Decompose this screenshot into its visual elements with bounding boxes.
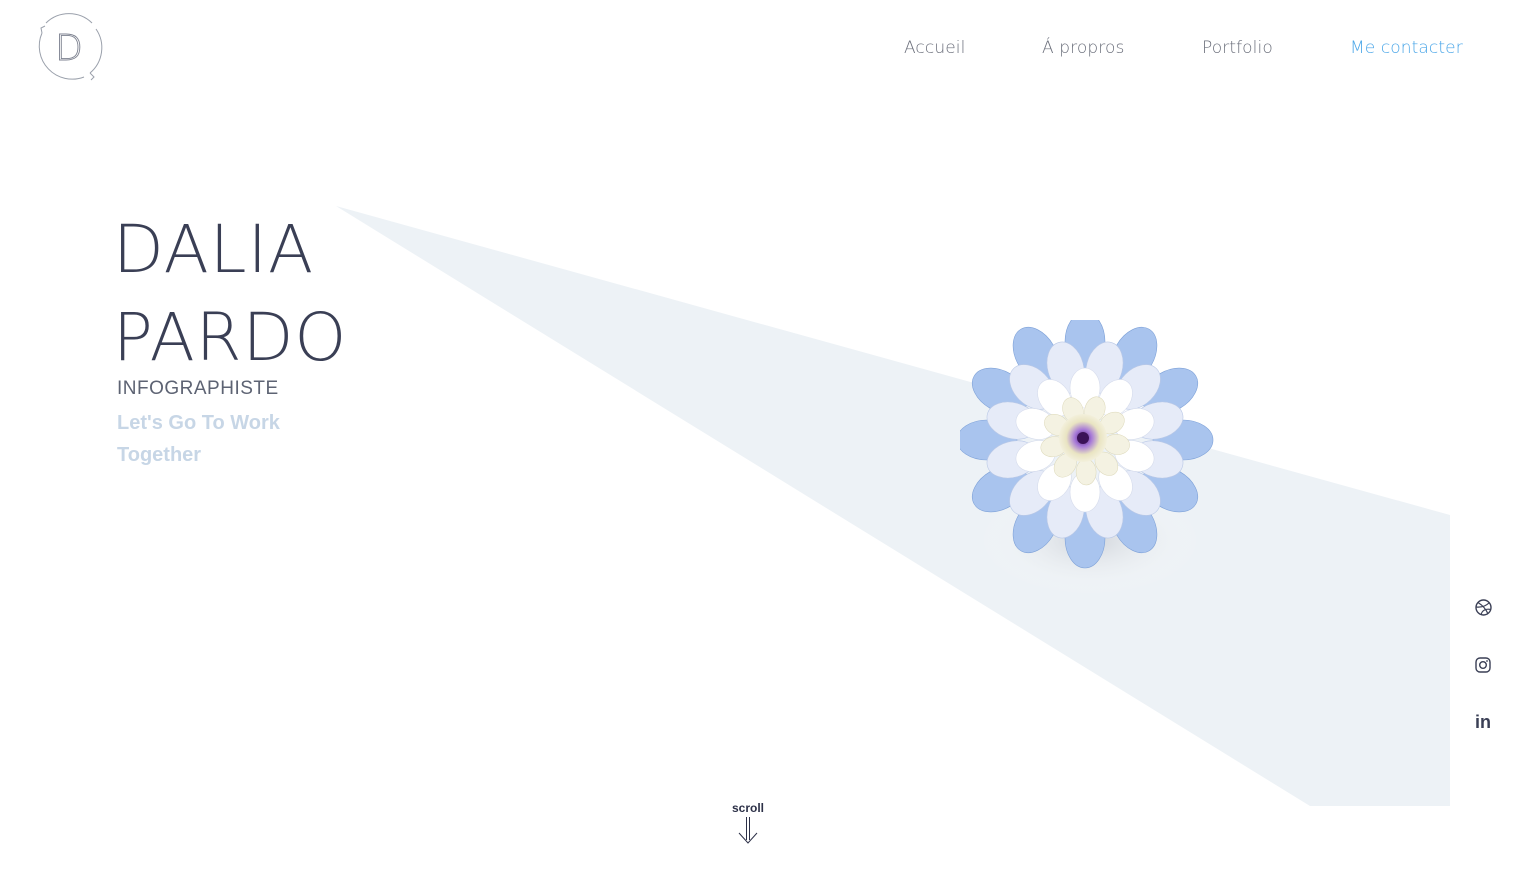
dribbble-link[interactable] [1470,594,1496,620]
dribbble-icon [1474,598,1492,616]
linkedin-link[interactable]: in [1470,709,1496,735]
hero-tagline-line1: Let's Go To Work [117,412,280,434]
instagram-link[interactable] [1470,652,1496,678]
nav-item-me-contacter[interactable]: Me contacter [1350,38,1463,58]
hero-last-name: PARDO [113,299,348,376]
linkedin-icon: in [1475,711,1491,732]
hero-role: INFOGRAPHISTE [117,378,279,399]
nav-item-a-propos[interactable]: Á propros [1042,38,1124,58]
scroll-indicator[interactable]: scroll [718,801,778,849]
hero-first-name: DALIA [113,211,315,288]
hero-tagline-line2: Together [117,444,202,466]
hero-tagline: Let's Go To Work Together [117,407,317,471]
dahlia-flower-image [960,320,1214,595]
hero-name: DALIA PARDO [113,206,347,382]
nav-item-portfolio[interactable]: Portfolio [1202,38,1273,58]
arrow-down-icon [738,817,758,844]
page: D Accueil Á propros Portfolio Me contact… [0,0,1537,894]
instagram-icon [1475,657,1491,673]
nav-item-accueil[interactable]: Accueil [904,38,965,58]
scroll-label: scroll [731,801,764,815]
main-nav: Accueil Á propros Portfolio Me contacter [0,38,1537,62]
